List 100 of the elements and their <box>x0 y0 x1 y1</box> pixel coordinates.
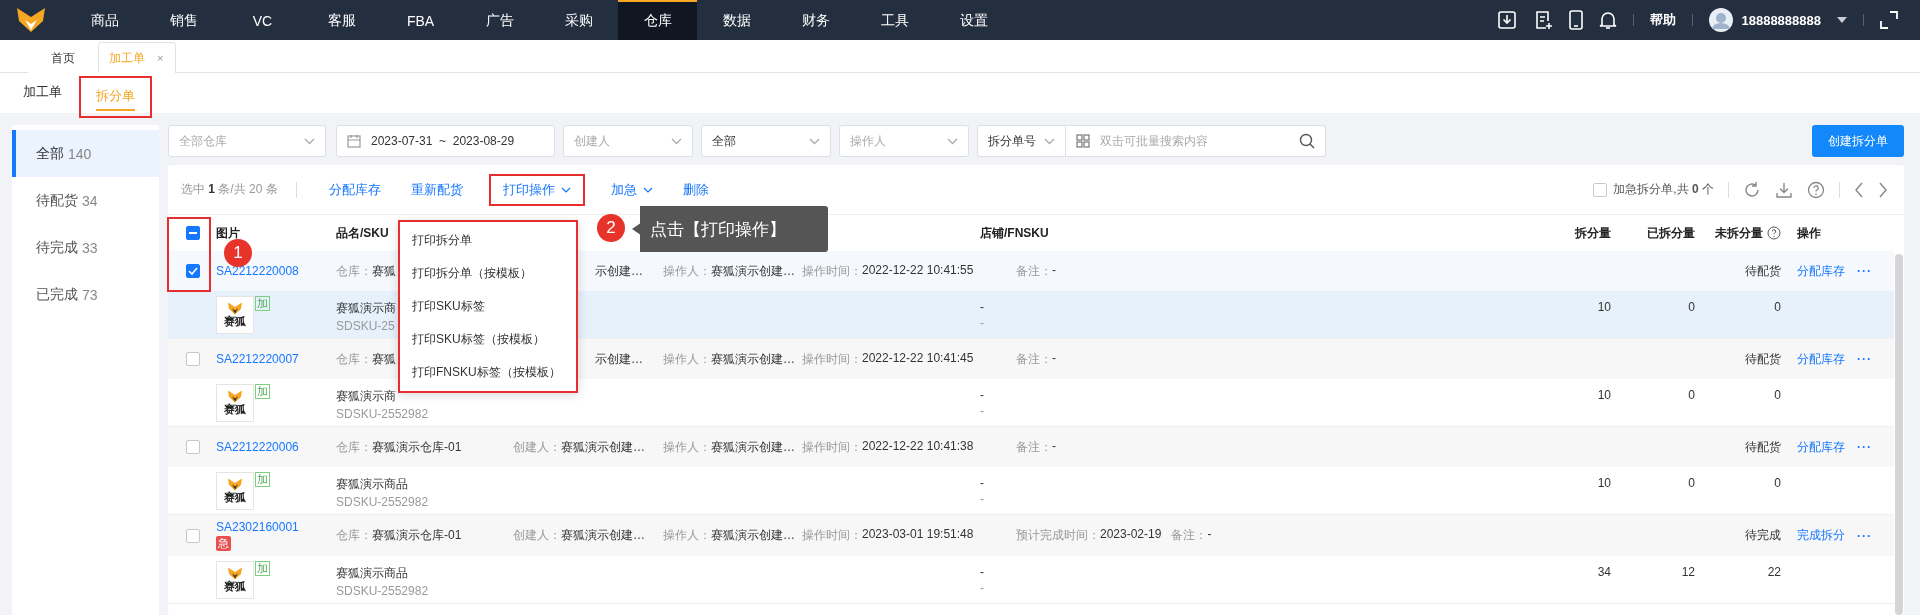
help-icon[interactable] <box>1767 226 1781 240</box>
action-link[interactable]: 分配库存 <box>1797 438 1845 456</box>
sku-text: SDSKU-2552982 <box>336 495 429 509</box>
help-icon[interactable] <box>1807 180 1825 199</box>
field-value: 赛狐演示创建… <box>561 438 645 456</box>
sidebar-item[interactable]: 全部 140 <box>12 130 159 177</box>
help-link[interactable]: 帮助 <box>1650 11 1677 29</box>
phone-icon[interactable] <box>1569 10 1584 30</box>
thumbnail-caption: 赛狐 <box>224 580 246 593</box>
column-header: 操作 <box>1797 224 1821 242</box>
caret-icon[interactable] <box>1837 17 1847 23</box>
table-cell: 0 <box>1774 388 1781 402</box>
sku-text: SDSKU-2552982 <box>336 407 429 421</box>
nav-item[interactable]: 数据 <box>697 0 776 40</box>
bell-icon[interactable] <box>1599 10 1618 30</box>
field-label: 操作时间： <box>802 438 862 456</box>
fox-logo-icon[interactable] <box>15 7 46 33</box>
nav-item[interactable]: 仓库 <box>618 0 697 40</box>
field-value: 赛狐 <box>372 350 396 368</box>
menu-item[interactable]: 打印拆分单 <box>400 224 576 257</box>
field-value: - <box>1207 527 1212 543</box>
document-add-icon[interactable] <box>1533 10 1554 30</box>
table-cell: 0 <box>1688 476 1695 490</box>
field-label: 备注： <box>1016 350 1052 368</box>
menu-item[interactable]: 打印SKU标签 <box>400 290 576 323</box>
more-link[interactable]: ··· <box>1857 440 1872 454</box>
avatar-icon[interactable] <box>1709 8 1734 32</box>
menu-item[interactable]: 打印拆分单（按模板） <box>400 257 576 290</box>
calendar-icon <box>347 134 361 148</box>
status-text: 待配货 <box>1745 438 1781 456</box>
order-number-link[interactable]: SA2212220006 <box>216 440 299 454</box>
field-label: 操作时间： <box>802 527 862 544</box>
order-number-link[interactable]: SA2212220008 <box>216 264 299 278</box>
field-label: 操作人： <box>663 262 711 280</box>
chevron-right-icon[interactable] <box>1878 181 1888 198</box>
order-number-link[interactable]: SA2302160001 <box>216 520 299 534</box>
more-link[interactable]: ··· <box>1857 264 1872 278</box>
nav-item[interactable]: 设置 <box>934 0 1013 40</box>
field-value: - <box>1052 262 1056 279</box>
table-cell: 0 <box>1774 476 1781 490</box>
sidebar-item[interactable]: 已完成 73 <box>12 271 159 318</box>
column-header: 已拆分量 <box>1647 224 1695 242</box>
select-field[interactable]: 全部 <box>701 125 831 157</box>
menu-item[interactable]: 打印FNSKU标签（按模板） <box>400 356 576 389</box>
sidebar-item[interactable]: 待配货 34 <box>12 177 159 224</box>
grid-icon[interactable] <box>1076 134 1090 148</box>
sidebar-item[interactable]: 待完成 33 <box>12 224 159 271</box>
field-label: 创建人： <box>513 527 561 544</box>
row-checkbox[interactable] <box>186 528 200 543</box>
action-link[interactable]: 分配库存 <box>1797 262 1845 280</box>
nav-item[interactable]: 工具 <box>855 0 934 40</box>
user-menu[interactable]: 18888888888 <box>1741 12 1821 28</box>
action-link[interactable]: 分配库存 <box>1797 350 1845 368</box>
nav-item[interactable]: VC <box>223 0 302 40</box>
nav-item[interactable]: 广告 <box>460 0 539 40</box>
product-name: 赛狐演示商 <box>336 300 396 317</box>
action-link[interactable]: 完成拆分 <box>1797 527 1845 544</box>
toolbar-action[interactable]: 分配库存 <box>314 173 395 206</box>
caret-icon <box>642 186 653 193</box>
date-range-field[interactable]: 2023-07-31 ~ 2023-08-29 <box>336 125 555 157</box>
row-checkbox[interactable] <box>186 264 200 278</box>
search-input[interactable]: 双击可批量搜索内容 <box>1098 133 1291 149</box>
chevron-left-icon[interactable] <box>1854 181 1864 198</box>
sku-text: SDSKU-2552982 <box>336 584 429 598</box>
table-cell: 10 <box>1597 300 1611 314</box>
toolbar-action[interactable]: 加急 <box>596 173 667 206</box>
order-number-link[interactable]: SA2212220007 <box>216 352 299 366</box>
toolbar-action[interactable]: 打印操作 <box>488 173 585 206</box>
tooltip: 点击【打印操作】 <box>632 206 828 252</box>
field-value: - <box>1052 438 1056 455</box>
select-all-checkbox[interactable] <box>186 226 200 240</box>
create-button[interactable]: 创建拆分单 <box>1812 125 1904 157</box>
menu-item[interactable]: 打印SKU标签（按模板） <box>400 323 576 356</box>
checkbox[interactable] <box>1593 182 1608 197</box>
scrollbar-thumb[interactable] <box>1895 254 1903 615</box>
store-text: - <box>980 388 984 402</box>
refresh-icon[interactable] <box>1743 180 1761 199</box>
nav-item[interactable]: 客服 <box>302 0 381 40</box>
field-value: 赛狐演示创建… <box>561 527 645 544</box>
nav-item[interactable]: 销售 <box>144 0 223 40</box>
more-link[interactable]: ··· <box>1857 352 1872 366</box>
field-value: 2022-12-22 10:41:38 <box>862 438 974 455</box>
nav-item[interactable]: 财务 <box>776 0 855 40</box>
row-checkbox[interactable] <box>186 440 200 454</box>
more-link[interactable]: ··· <box>1857 528 1872 543</box>
sub-tab[interactable]: 加工单 <box>6 73 79 113</box>
row-checkbox[interactable] <box>186 352 200 366</box>
field-value: 赛狐演示仓库-01 <box>372 438 462 456</box>
fullscreen-icon[interactable] <box>1880 11 1898 29</box>
search-field[interactable]: 双击可批量搜索内容 <box>1066 125 1326 157</box>
toolbar-action[interactable]: 删除 <box>668 173 723 206</box>
product-name: 赛狐演示商 <box>336 388 396 405</box>
nav-item[interactable]: 采购 <box>539 0 618 40</box>
toolbar-action[interactable]: 重新配货 <box>396 173 477 206</box>
nav-item[interactable]: 商品 <box>65 0 144 40</box>
search-icon[interactable] <box>1299 133 1315 149</box>
fox-icon <box>227 478 243 491</box>
product-name: 赛狐演示商品 <box>336 565 408 582</box>
nav-item[interactable]: FBA <box>381 0 460 40</box>
search-type-select[interactable]: 拆分单号 <box>977 125 1066 157</box>
